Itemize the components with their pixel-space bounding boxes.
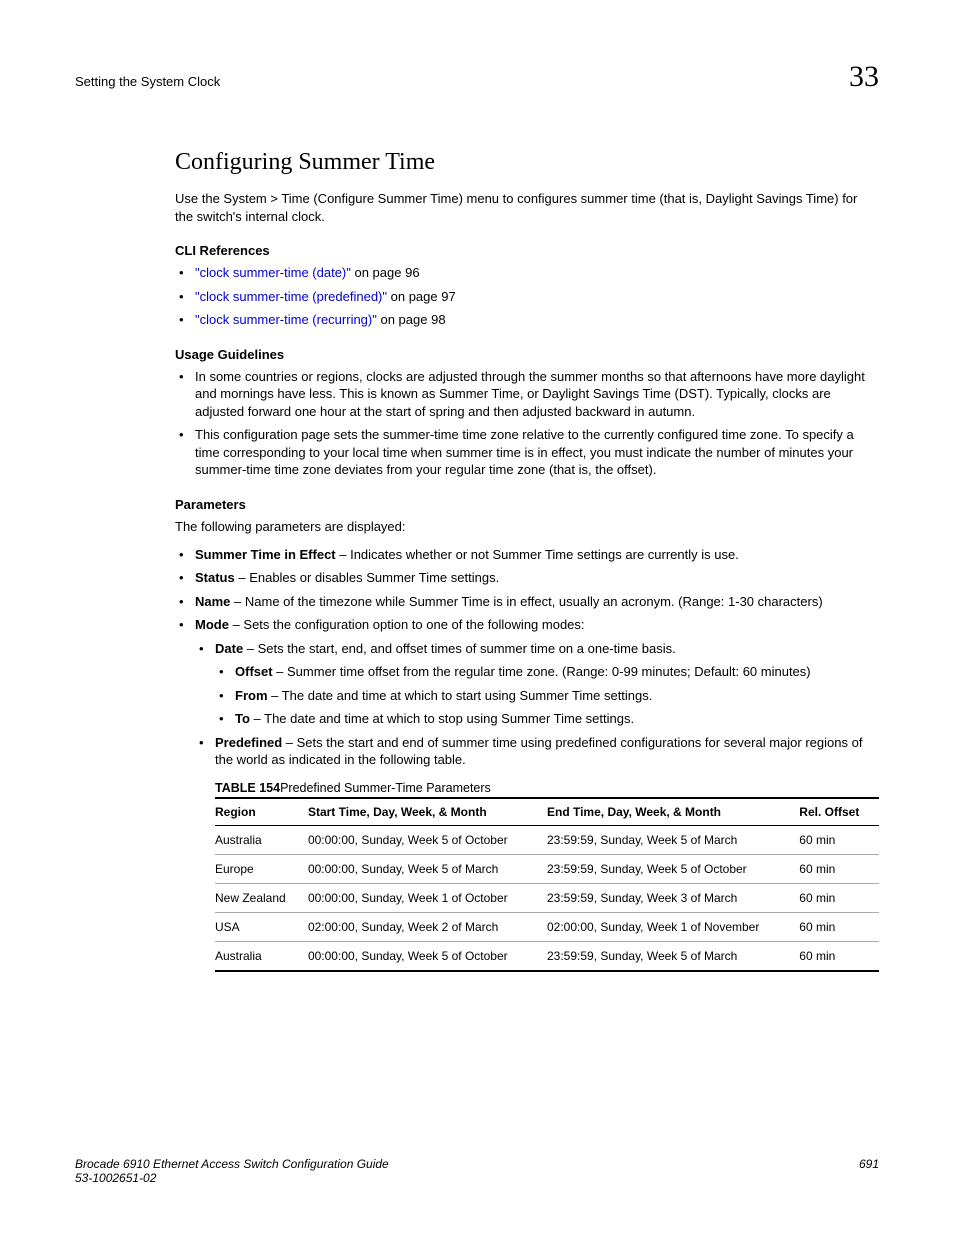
cell-end: 02:00:00, Sunday, Week 1 of November [547,913,799,942]
usage-guidelines-list: In some countries or regions, clocks are… [175,368,879,479]
list-item: Predefined – Sets the start and end of s… [195,734,879,769]
list-item: To – The date and time at which to stop … [215,710,879,728]
section-intro: Use the System > Time (Configure Summer … [175,190,879,225]
xref-link[interactable]: "clock summer-time (recurring)" [195,312,377,327]
list-item: Name – Name of the timezone while Summer… [175,593,879,611]
list-item: Status – Enables or disables Summer Time… [175,569,879,587]
cell-start: 00:00:00, Sunday, Week 1 of October [308,884,547,913]
page-footer: Brocade 6910 Ethernet Access Switch Conf… [75,1157,879,1185]
col-start: Start Time, Day, Week, & Month [308,798,547,826]
col-region: Region [215,798,308,826]
footer-left: Brocade 6910 Ethernet Access Switch Conf… [75,1157,389,1185]
param-text: – Indicates whether or not Summer Time s… [336,547,739,562]
list-item: "clock summer-time (recurring)" on page … [175,311,879,329]
parameters-list: Summer Time in Effect – Indicates whethe… [175,546,879,769]
param-label: Name [195,594,230,609]
table-label: TABLE 154 [215,781,280,795]
chapter-number: 33 [849,60,879,94]
table-title: Predefined Summer-Time Parameters [280,781,491,795]
param-text: – Sets the start, end, and offset times … [243,641,676,656]
param-text: – Summer time offset from the regular ti… [273,664,811,679]
list-item: "clock summer-time (date)" on page 96 [175,264,879,282]
cell-region: Australia [215,826,308,855]
param-label: Status [195,570,235,585]
cell-offset: 60 min [799,913,879,942]
cell-end: 23:59:59, Sunday, Week 3 of March [547,884,799,913]
param-label: From [235,688,268,703]
breadcrumb: Setting the System Clock [75,74,220,89]
cell-region: Europe [215,855,308,884]
cell-start: 00:00:00, Sunday, Week 5 of October [308,826,547,855]
param-text: – Name of the timezone while Summer Time… [230,594,822,609]
table-header-row: Region Start Time, Day, Week, & Month En… [215,798,879,826]
cell-end: 23:59:59, Sunday, Week 5 of October [547,855,799,884]
list-item: From – The date and time at which to sta… [215,687,879,705]
list-item: "clock summer-time (predefined)" on page… [175,288,879,306]
param-label: Mode [195,617,229,632]
cell-offset: 60 min [799,942,879,972]
cell-end: 23:59:59, Sunday, Week 5 of March [547,942,799,972]
cell-start: 00:00:00, Sunday, Week 5 of March [308,855,547,884]
param-text: – Enables or disables Summer Time settin… [235,570,499,585]
param-label: Summer Time in Effect [195,547,336,562]
table-row: Australia 00:00:00, Sunday, Week 5 of Oc… [215,942,879,972]
cell-offset: 60 min [799,826,879,855]
footer-doc-number: 53-1002651-02 [75,1171,389,1185]
table-caption: TABLE 154Predefined Summer-Time Paramete… [215,781,879,795]
footer-doc-title: Brocade 6910 Ethernet Access Switch Conf… [75,1157,389,1171]
cell-start: 00:00:00, Sunday, Week 5 of October [308,942,547,972]
col-offset: Rel. Offset [799,798,879,826]
cell-region: USA [215,913,308,942]
param-text: – Sets the start and end of summer time … [215,735,862,768]
list-item: In some countries or regions, clocks are… [175,368,879,421]
list-item: Date – Sets the start, end, and offset t… [195,640,879,728]
section-title: Configuring Summer Time [175,149,879,176]
xref-suffix: on page 97 [387,289,456,304]
predefined-summer-time-table: Region Start Time, Day, Week, & Month En… [215,797,879,972]
usage-guidelines-heading: Usage Guidelines [175,347,879,362]
param-label: Date [215,641,243,656]
list-item: This configuration page sets the summer-… [175,426,879,479]
cell-offset: 60 min [799,855,879,884]
list-item: Mode – Sets the configuration option to … [175,616,879,769]
param-label: Predefined [215,735,282,750]
list-item: Summer Time in Effect – Indicates whethe… [175,546,879,564]
cell-region: New Zealand [215,884,308,913]
xref-suffix: on page 98 [377,312,446,327]
xref-link[interactable]: "clock summer-time (date)" [195,265,351,280]
table-row: Europe 00:00:00, Sunday, Week 5 of March… [215,855,879,884]
xref-suffix: on page 96 [351,265,420,280]
table-row: USA 02:00:00, Sunday, Week 2 of March 02… [215,913,879,942]
xref-link[interactable]: "clock summer-time (predefined)" [195,289,387,304]
param-label: To [235,711,250,726]
param-text: – The date and time at which to stop usi… [250,711,634,726]
col-end: End Time, Day, Week, & Month [547,798,799,826]
table-row: Australia 00:00:00, Sunday, Week 5 of Oc… [215,826,879,855]
list-item: Offset – Summer time offset from the reg… [215,663,879,681]
param-text: – The date and time at which to start us… [268,688,653,703]
param-label: Offset [235,664,273,679]
param-text: – Sets the configuration option to one o… [229,617,585,632]
cell-start: 02:00:00, Sunday, Week 2 of March [308,913,547,942]
cell-region: Australia [215,942,308,972]
cli-references-list: "clock summer-time (date)" on page 96 "c… [175,264,879,329]
table-row: New Zealand 00:00:00, Sunday, Week 1 of … [215,884,879,913]
page-header: Setting the System Clock 33 [75,60,879,94]
cell-offset: 60 min [799,884,879,913]
cell-end: 23:59:59, Sunday, Week 5 of March [547,826,799,855]
parameters-heading: Parameters [175,497,879,512]
cli-references-heading: CLI References [175,243,879,258]
footer-page-number: 691 [859,1157,879,1185]
parameters-intro: The following parameters are displayed: [175,518,879,536]
